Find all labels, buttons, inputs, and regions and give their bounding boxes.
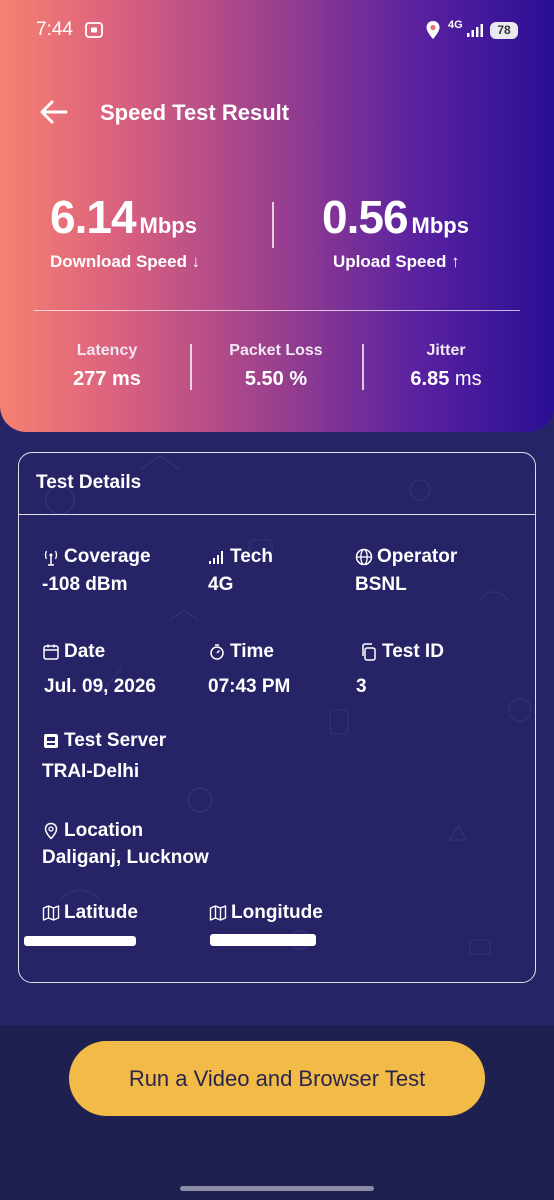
test-server-label: Test Server (42, 730, 166, 752)
location-label: Location (42, 820, 143, 842)
download-value: 6.14 (50, 191, 137, 243)
home-indicator (180, 1186, 374, 1191)
speed-divider (272, 202, 274, 248)
latitude-redacted (24, 936, 136, 946)
run-video-browser-test-button[interactable]: Run a Video and Browser Test (69, 1041, 485, 1116)
jitter-label: Jitter (426, 342, 466, 359)
upload-label: Upload Speed ↑ (333, 252, 460, 271)
test-details-heading: Test Details (36, 472, 142, 493)
coverage-value: -108 dBm (42, 574, 128, 595)
tech-value: 4G (208, 574, 234, 595)
upload-unit: Mbps (411, 213, 469, 238)
map-icon (42, 905, 60, 921)
battery-icon: 78 (490, 22, 518, 39)
date-value: Jul. 09, 2026 (44, 676, 156, 697)
upload-speed: 0.56 Mbps (322, 190, 469, 244)
upload-value: 0.56 (322, 191, 409, 243)
latency-value: 277 ms (73, 368, 141, 390)
coverage-label: Coverage (42, 546, 151, 568)
test-server-value: TRAI-Delhi (42, 761, 140, 782)
back-arrow-icon[interactable] (38, 98, 70, 126)
longitude-label: Longitude (209, 902, 323, 924)
test-id-value: 3 (356, 676, 367, 697)
metric-divider (190, 344, 192, 390)
antenna-icon (44, 550, 58, 566)
download-speed: 6.14 Mbps (50, 190, 197, 244)
page-title: Speed Test Result (100, 100, 290, 125)
operator-value: BSNL (355, 574, 407, 595)
card-divider (18, 514, 536, 515)
latitude-label: Latitude (42, 902, 138, 924)
location-icon (426, 21, 440, 39)
copy-icon (362, 643, 376, 661)
date-label: Date (42, 641, 105, 663)
latency-label: Latency (76, 342, 138, 359)
operator-label: Operator (355, 546, 457, 568)
globe-icon (355, 548, 373, 566)
network-type: 4G (448, 19, 463, 31)
packet-loss-label: Packet Loss (229, 342, 323, 359)
time-value: 07:43 PM (208, 676, 291, 697)
tech-label: Tech (208, 546, 273, 568)
jitter-value: 6.85 ms (410, 368, 482, 390)
time-label: Time (208, 641, 274, 663)
result-header: 7:44 4G 78 Speed Test Result 6.14 Mbps Do… (0, 0, 554, 432)
longitude-redacted (210, 934, 316, 946)
map-icon (209, 905, 227, 921)
header-divider (34, 310, 520, 311)
test-id-label: Test ID (360, 641, 444, 663)
calendar-icon (43, 644, 59, 660)
signal-icon (467, 24, 483, 37)
location-pin-icon (44, 822, 58, 840)
location-value: Daliganj, Lucknow (42, 847, 209, 868)
signal-bars-icon (209, 551, 223, 564)
screen-record-icon (85, 22, 103, 38)
timer-icon (210, 644, 224, 660)
metric-divider (362, 344, 364, 390)
status-time: 7:44 (36, 19, 73, 40)
download-label: Download Speed ↓ (50, 252, 201, 271)
packet-loss-value: 5.50 % (244, 368, 308, 390)
server-icon (44, 734, 58, 748)
download-unit: Mbps (139, 213, 197, 238)
status-bar: 7:44 4G 78 (0, 0, 554, 60)
